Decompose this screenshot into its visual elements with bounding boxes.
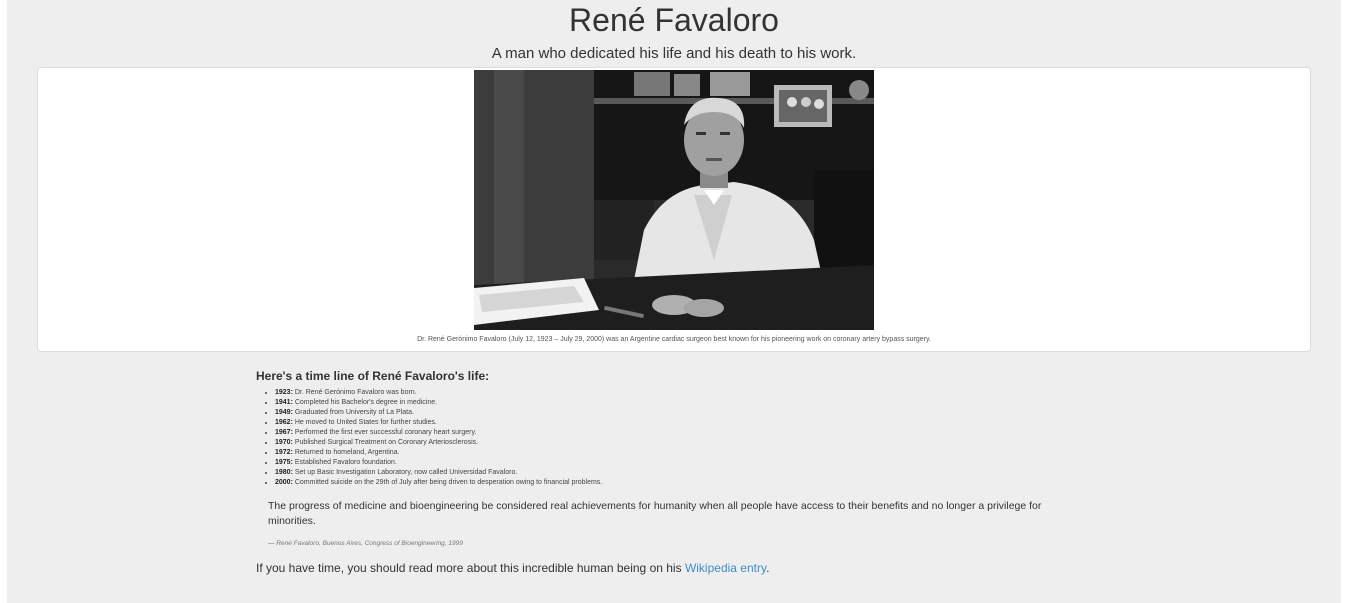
timeline-section: Here's a time line of René Favaloro's li…	[256, 368, 1076, 576]
timeline-item: 2000: Committed suicide on the 29th of J…	[275, 478, 1076, 488]
quote-text: The progress of medicine and bioengineer…	[268, 500, 1042, 527]
quote-block: The progress of medicine and bioengineer…	[256, 499, 1076, 548]
timeline-item: 1949: Graduated from University of La Pl…	[275, 408, 1076, 418]
timeline-item: 1962: He moved to United States for furt…	[275, 418, 1076, 428]
timeline-text: Returned to homeland, Argentina.	[294, 449, 400, 456]
timeline-item: 1980: Set up Basic Investigation Laborat…	[275, 468, 1076, 478]
timeline-year: 1980:	[275, 469, 293, 476]
timeline-year: 1923:	[275, 389, 293, 396]
timeline-text: Set up Basic Investigation Laboratory, n…	[294, 469, 518, 476]
timeline-text: Committed suicide on the 29th of July af…	[294, 479, 603, 486]
timeline-item: 1967: Performed the first ever successfu…	[275, 428, 1076, 438]
photo-image	[474, 70, 874, 330]
page-subtitle: A man who dedicated his life and his dea…	[491, 45, 857, 62]
timeline-text: Completed his Bachelor's degree in medic…	[294, 399, 438, 406]
timeline-text: Published Surgical Treatment on Coronary…	[294, 439, 479, 446]
timeline-text: Performed the first ever successful coro…	[294, 429, 477, 436]
read-more-text: If you have time, you should read more a…	[256, 560, 1076, 576]
timeline-year: 1967:	[275, 429, 293, 436]
timeline-item: 1941: Completed his Bachelor's degree in…	[275, 398, 1076, 408]
timeline-year: 2000:	[275, 479, 293, 486]
timeline-item: 1970: Published Surgical Treatment on Co…	[275, 438, 1076, 448]
read-more-suffix: .	[766, 561, 770, 575]
timeline-year: 1970:	[275, 439, 293, 446]
timeline-year: 1962:	[275, 419, 293, 426]
timeline-list: 1923: Dr. René Gerónimo Favaloro was bor…	[256, 388, 1076, 488]
timeline-text: Graduated from University of La Plata.	[294, 409, 414, 416]
quote-source: — René Favaloro, Buenos Aires, Congress …	[268, 540, 463, 547]
timeline-heading: Here's a time line of René Favaloro's li…	[256, 369, 490, 383]
timeline-year: 1949:	[275, 409, 293, 416]
timeline-year: 1941:	[275, 399, 293, 406]
timeline-year: 1972:	[275, 449, 293, 456]
main-container: René Favaloro A man who dedicated his li…	[7, 0, 1341, 603]
wikipedia-link[interactable]: Wikipedia entry	[685, 561, 766, 575]
timeline-text: Dr. René Gerónimo Favaloro was born.	[294, 389, 417, 396]
timeline-text: He moved to United States for further st…	[294, 419, 437, 426]
image-thumbnail: Dr. René Gerónimo Favaloro (July 12, 192…	[37, 67, 1311, 352]
timeline-item: 1975: Established Favaloro foundation.	[275, 458, 1076, 468]
read-more-prefix: If you have time, you should read more a…	[256, 561, 685, 575]
image-caption: Dr. René Gerónimo Favaloro (July 12, 192…	[417, 336, 931, 343]
timeline-text: Established Favaloro foundation.	[294, 459, 397, 466]
timeline-item: 1972: Returned to homeland, Argentina.	[275, 448, 1076, 458]
favaloro-photo	[474, 70, 874, 330]
timeline-year: 1975:	[275, 459, 293, 466]
timeline-item: 1923: Dr. René Gerónimo Favaloro was bor…	[275, 388, 1076, 398]
page-title: René Favaloro	[569, 2, 779, 38]
